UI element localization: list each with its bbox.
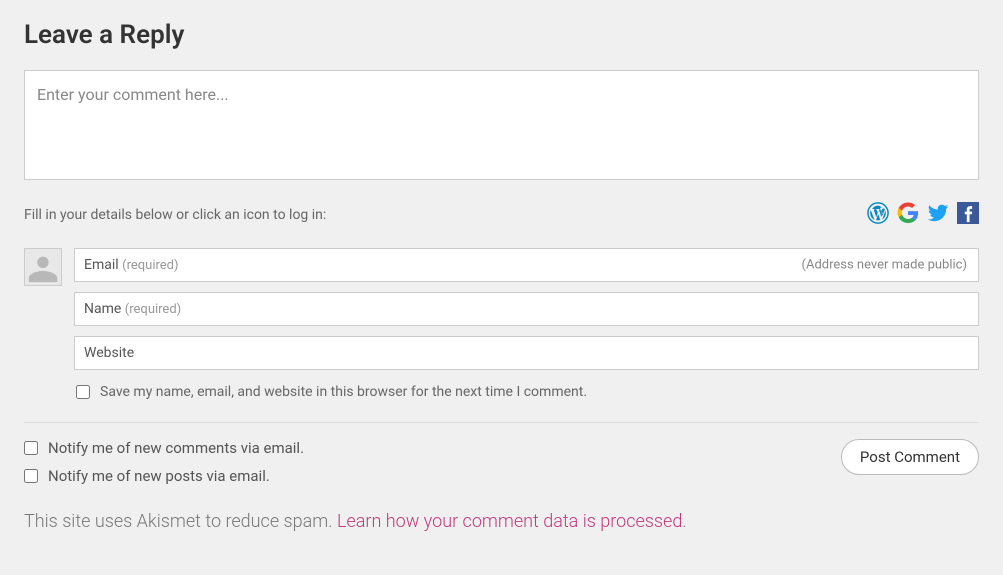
- save-info-label: Save my name, email, and website in this…: [100, 384, 587, 400]
- notify-comments-label: Notify me of new comments via email.: [48, 439, 304, 457]
- notify-comments-row: Notify me of new comments via email.: [24, 439, 304, 457]
- google-icon[interactable]: [897, 202, 919, 228]
- akismet-suffix: .: [682, 511, 686, 532]
- fields-column: Email (required) (Address never made pub…: [74, 248, 979, 400]
- divider: [24, 422, 979, 423]
- name-field-wrap: Name (required): [74, 292, 979, 326]
- save-info-row: Save my name, email, and website in this…: [74, 384, 979, 400]
- email-field-wrap: Email (required) (Address never made pub…: [74, 248, 979, 282]
- akismet-prefix: This site uses Akismet to reduce spam.: [24, 511, 337, 532]
- akismet-notice: This site uses Akismet to reduce spam. L…: [24, 511, 979, 532]
- wordpress-icon[interactable]: [867, 202, 889, 228]
- save-info-checkbox[interactable]: [76, 385, 90, 399]
- twitter-icon[interactable]: [927, 202, 949, 228]
- website-field[interactable]: [74, 336, 979, 370]
- website-field-wrap: Website: [74, 336, 979, 370]
- login-prompt: Fill in your details below or click an i…: [24, 207, 326, 223]
- post-comment-button[interactable]: Post Comment: [841, 439, 979, 475]
- login-icons-group: [867, 202, 979, 228]
- comment-textarea[interactable]: [24, 70, 979, 180]
- name-field[interactable]: [74, 292, 979, 326]
- notify-posts-checkbox[interactable]: [24, 469, 38, 483]
- facebook-icon[interactable]: [957, 202, 979, 228]
- email-field[interactable]: [74, 248, 979, 282]
- notify-posts-row: Notify me of new posts via email.: [24, 467, 304, 485]
- page-title: Leave a Reply: [24, 20, 979, 50]
- notify-posts-label: Notify me of new posts via email.: [48, 467, 270, 485]
- login-row: Fill in your details below or click an i…: [24, 202, 979, 228]
- avatar: [24, 248, 62, 286]
- akismet-link[interactable]: Learn how your comment data is processed: [337, 511, 682, 532]
- details-section: Email (required) (Address never made pub…: [24, 248, 979, 400]
- notify-column: Notify me of new comments via email. Not…: [24, 439, 304, 485]
- notify-comments-checkbox[interactable]: [24, 441, 38, 455]
- footer-row: Notify me of new comments via email. Not…: [24, 439, 979, 485]
